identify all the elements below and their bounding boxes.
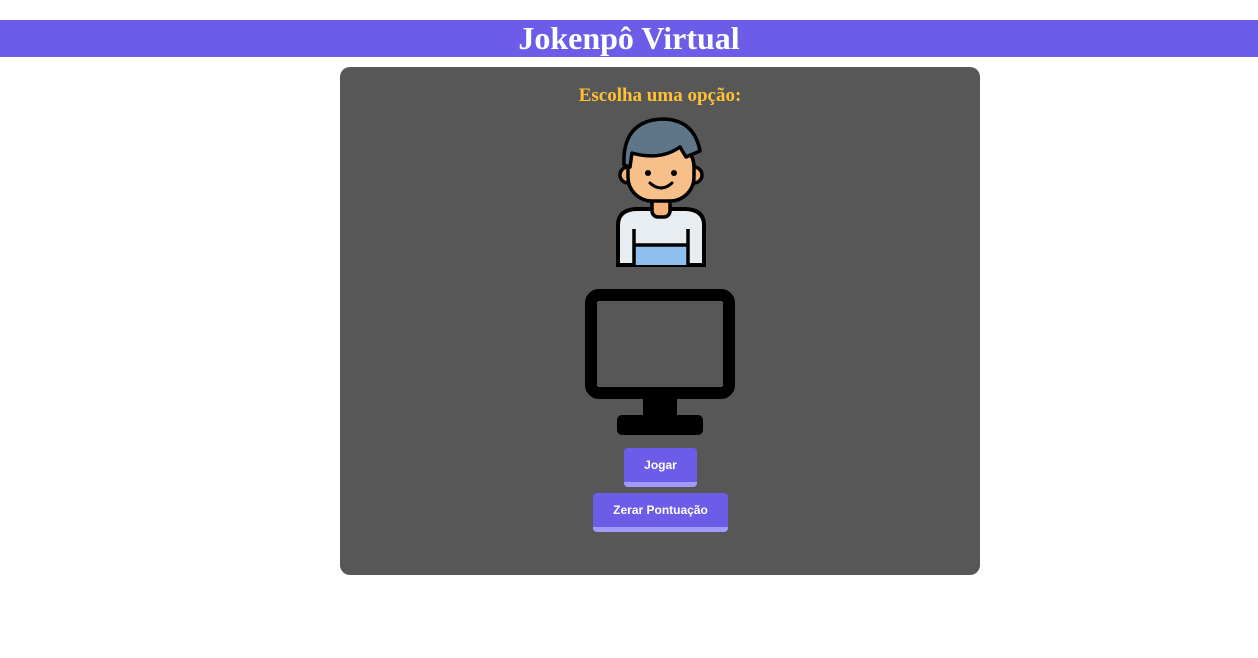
boy-avatar-icon bbox=[616, 117, 706, 267]
choose-option-prompt: Escolha uma opção: bbox=[578, 85, 742, 106]
page-title: Jokenpô Virtual bbox=[518, 20, 740, 56]
page-header: Jokenpô Virtual bbox=[0, 20, 1258, 57]
play-button[interactable]: Jogar bbox=[624, 448, 697, 487]
game-panel: Escolha uma opção: Jogar Zerar Pontuação bbox=[340, 67, 980, 575]
reset-score-button[interactable]: Zerar Pontuação bbox=[593, 493, 728, 532]
monitor-icon bbox=[585, 289, 735, 435]
